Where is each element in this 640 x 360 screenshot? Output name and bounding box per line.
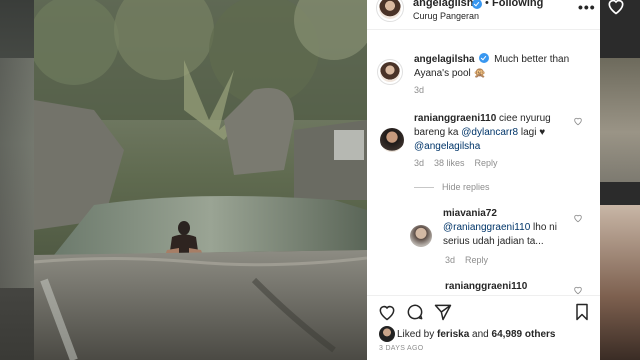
liked-by-count[interactable]: 64,989 others <box>492 329 556 340</box>
comment-text-block: ranianggraeni110 ciee nyurug bareng ka @… <box>414 112 579 154</box>
caption-avatar[interactable] <box>377 59 403 85</box>
comments-list[interactable]: angelagilsha Much better than Ayana's po… <box>367 31 600 295</box>
hide-replies-button[interactable]: Hide replies <box>414 182 490 192</box>
comment-reply-button[interactable]: Reply <box>475 158 498 168</box>
reply-time: 3d <box>445 255 456 265</box>
post-actions-bar: Liked by feriska and 64,989 others 3 DAY… <box>367 295 600 360</box>
reply-text-block: miavania72 @ranianggraeni110 lho ni seri… <box>443 207 583 249</box>
comment-avatar[interactable] <box>380 128 404 152</box>
hide-replies-label[interactable]: Hide replies <box>442 182 490 192</box>
comment-text-mid: lagi ♥ <box>518 127 546 138</box>
verified-badge-icon <box>479 53 490 63</box>
background-right-post-preview <box>600 0 640 360</box>
post-time-ago[interactable]: 3 DAYS AGO <box>379 345 424 352</box>
reply-like-heart-icon[interactable] <box>573 285 583 295</box>
comment-time: 3d <box>414 158 425 168</box>
caption-text-block: angelagilsha Much better than Ayana's po… <box>414 52 594 81</box>
reply-avatar[interactable] <box>410 225 432 247</box>
comment-icon[interactable] <box>405 302 425 322</box>
mention-link[interactable]: @angelagilsha <box>414 141 480 152</box>
liker-avatar[interactable] <box>379 326 395 342</box>
more-options-icon[interactable]: ••• <box>578 0 596 15</box>
bookmark-icon[interactable] <box>572 302 592 322</box>
post-photo[interactable] <box>34 0 367 360</box>
post-header: angelagilsha • Following Curug Pangeran … <box>367 0 600 30</box>
separator-dot: • <box>485 0 489 9</box>
comment-username[interactable]: ranianggraeni110 <box>414 113 496 124</box>
author-username[interactable]: angelagilsha <box>413 0 480 9</box>
hide-replies-line <box>414 187 434 189</box>
reply-text-block: ranianggraeni110 <box>445 280 527 294</box>
following-button[interactable]: Following <box>492 0 543 9</box>
heart-icon[interactable] <box>606 0 626 16</box>
mention-link[interactable]: @ranianggraeni110 <box>443 222 530 233</box>
reply-username[interactable]: miavania72 <box>443 208 497 219</box>
liked-by-prefix: Liked by <box>397 329 438 340</box>
reply-meta: 3d Reply <box>445 255 498 265</box>
caption-time: 3d <box>414 85 425 95</box>
reply-like-heart-icon[interactable] <box>573 213 583 223</box>
reply-reply-button[interactable]: Reply <box>465 255 488 265</box>
liked-by-mid: and <box>469 329 492 340</box>
reply-username[interactable]: ranianggraeni110 <box>445 281 527 292</box>
comment-likes[interactable]: 38 likes <box>434 158 465 168</box>
share-icon[interactable] <box>433 302 453 322</box>
author-avatar[interactable] <box>376 0 404 22</box>
caption-username[interactable]: angelagilsha <box>414 54 475 65</box>
liked-by-user[interactable]: feriska <box>437 329 469 340</box>
comment-like-heart-icon[interactable] <box>573 116 583 126</box>
mention-link[interactable]: @dylancarr8 <box>461 127 518 138</box>
post-detail-panel: angelagilsha • Following Curug Pangeran … <box>367 0 600 360</box>
comment-meta: 3d 38 likes Reply <box>414 158 508 168</box>
heart-icon[interactable] <box>377 302 397 322</box>
background-left-post-preview <box>0 0 34 360</box>
verified-badge-icon <box>472 0 482 9</box>
location-link[interactable]: Curug Pangeran <box>413 11 479 21</box>
liked-by-text[interactable]: Liked by feriska and 64,989 others <box>397 329 555 340</box>
